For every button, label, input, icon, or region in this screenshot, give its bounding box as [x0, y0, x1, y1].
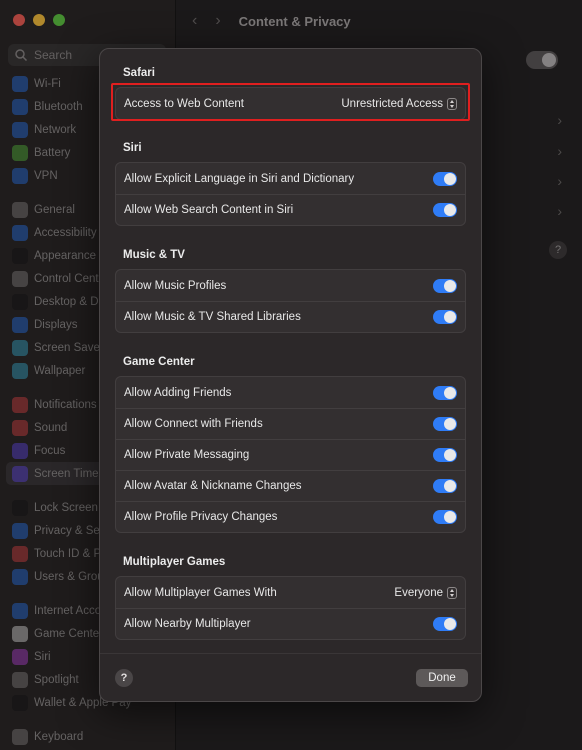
- updown-chevron-icon: [447, 97, 457, 110]
- row-web-content[interactable]: Access to Web Content Unrestricted Acces…: [116, 88, 465, 119]
- sheet-footer: ? Done: [100, 653, 481, 701]
- section-title-multiplayer: Multiplayer Games: [123, 556, 226, 568]
- music-profiles-toggle[interactable]: [433, 278, 457, 293]
- row-label: Allow Adding Friends: [124, 386, 232, 399]
- group-safari: Access to Web Content Unrestricted Acces…: [115, 87, 466, 120]
- group-game-center: Allow Adding Friends Allow Connect with …: [115, 376, 466, 533]
- row-label: Allow Connect with Friends: [124, 418, 263, 430]
- row-label: Allow Nearby Multiplayer: [124, 618, 251, 630]
- profile-privacy-toggle[interactable]: [433, 510, 457, 524]
- adding-friends-toggle[interactable]: [433, 385, 457, 400]
- row-label: Allow Profile Privacy Changes: [124, 511, 278, 523]
- shared-libraries-toggle[interactable]: [433, 310, 457, 324]
- row-label: Allow Music & TV Shared Libraries: [124, 311, 301, 323]
- multiplayer-with-popup[interactable]: Everyone: [394, 586, 457, 599]
- help-button[interactable]: ?: [115, 669, 133, 687]
- done-button[interactable]: Done: [416, 669, 468, 687]
- group-siri: Allow Explicit Language in Siri and Dict…: [115, 162, 466, 226]
- row-label: Access to Web Content: [124, 97, 244, 110]
- section-title-siri: Siri: [123, 142, 142, 154]
- row-shared-libraries: Allow Music & TV Shared Libraries: [116, 301, 465, 332]
- web-search-toggle[interactable]: [433, 203, 457, 217]
- row-label: Allow Multiplayer Games With: [124, 586, 277, 599]
- web-content-popup[interactable]: Unrestricted Access: [341, 97, 457, 110]
- row-label: Allow Web Search Content in Siri: [124, 204, 294, 216]
- nearby-multiplayer-toggle[interactable]: [433, 617, 457, 631]
- content-privacy-sheet: Safari Access to Web Content Unrestricte…: [99, 48, 482, 702]
- sheet-content: Safari Access to Web Content Unrestricte…: [100, 49, 481, 653]
- row-explicit-language: Allow Explicit Language in Siri and Dict…: [116, 163, 465, 194]
- section-title-music-tv: Music & TV: [123, 249, 185, 261]
- popup-value: Unrestricted Access: [341, 97, 443, 110]
- row-label: Allow Explicit Language in Siri and Dict…: [124, 172, 355, 185]
- group-music-tv: Allow Music Profiles Allow Music & TV Sh…: [115, 269, 466, 333]
- row-avatar-nickname: Allow Avatar & Nickname Changes: [116, 470, 465, 501]
- row-web-search: Allow Web Search Content in Siri: [116, 194, 465, 225]
- private-messaging-toggle[interactable]: [433, 448, 457, 462]
- row-multiplayer-with[interactable]: Allow Multiplayer Games With Everyone: [116, 577, 465, 608]
- row-profile-privacy: Allow Profile Privacy Changes: [116, 501, 465, 532]
- section-title-safari: Safari: [123, 67, 155, 79]
- group-multiplayer: Allow Multiplayer Games With Everyone Al…: [115, 576, 466, 640]
- row-adding-friends: Allow Adding Friends: [116, 377, 465, 408]
- avatar-nickname-toggle[interactable]: [433, 479, 457, 493]
- explicit-language-toggle[interactable]: [433, 171, 457, 186]
- row-nearby-multiplayer: Allow Nearby Multiplayer: [116, 608, 465, 639]
- section-title-game-center: Game Center: [123, 356, 195, 368]
- row-private-messaging: Allow Private Messaging: [116, 439, 465, 470]
- connect-friends-toggle[interactable]: [433, 417, 457, 431]
- row-label: Allow Music Profiles: [124, 279, 227, 292]
- row-music-profiles: Allow Music Profiles: [116, 270, 465, 301]
- row-connect-friends: Allow Connect with Friends: [116, 408, 465, 439]
- row-label: Allow Avatar & Nickname Changes: [124, 480, 302, 492]
- row-label: Allow Private Messaging: [124, 449, 250, 461]
- updown-chevron-icon: [447, 586, 457, 599]
- popup-value: Everyone: [394, 586, 443, 599]
